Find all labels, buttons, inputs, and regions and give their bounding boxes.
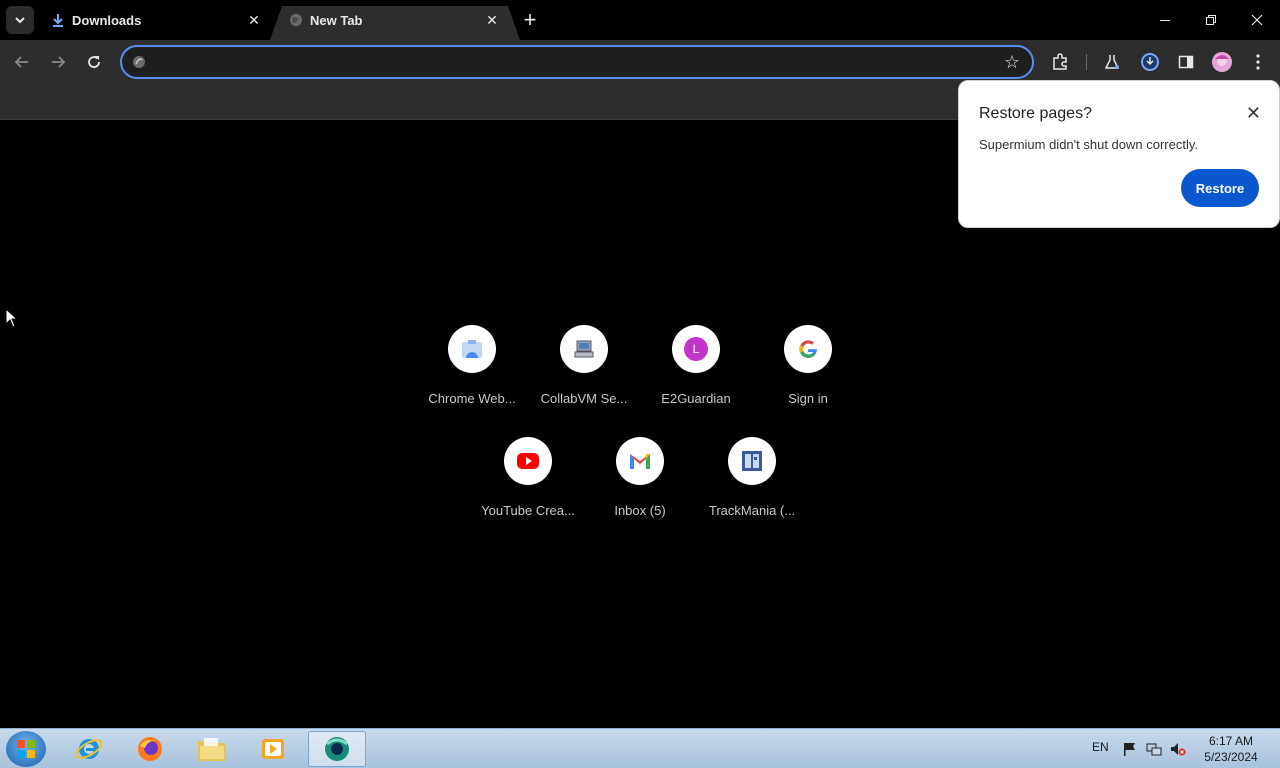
reload-icon	[88, 56, 100, 68]
shortcut-tile[interactable]: TrackMania (...	[696, 437, 808, 537]
flask-icon	[1104, 55, 1120, 69]
shortcut-label: Inbox (5)	[614, 503, 666, 518]
gmail-icon	[616, 437, 664, 485]
shortcut-label: YouTube Crea...	[481, 503, 575, 518]
download-icon	[50, 12, 66, 28]
taskbar-app-firefox[interactable]	[121, 731, 179, 767]
shortcut-label: Chrome Web...	[428, 391, 516, 406]
shortcut-tile[interactable]: L E2Guardian	[640, 325, 752, 425]
arrow-right-icon	[52, 56, 66, 68]
restore-window-button[interactable]	[1188, 0, 1234, 40]
trackmania-icon	[728, 437, 776, 485]
shortcut-tile[interactable]: Inbox (5)	[584, 437, 696, 537]
media-player-icon	[262, 739, 284, 759]
profile-button[interactable]	[1210, 50, 1234, 74]
side-panel-button[interactable]	[1174, 50, 1198, 74]
taskbar: EN 6:17 AM 5/23/2024	[0, 728, 1280, 768]
google-icon	[784, 325, 832, 373]
clock-time: 6:17 AM	[1208, 734, 1254, 748]
letter-avatar: L	[684, 337, 708, 361]
letter-l-icon: L	[672, 325, 720, 373]
taskbar-app-internet-explorer[interactable]	[60, 731, 118, 767]
restore-pages-dialog: Restore pages? ✕ Supermium didn't shut d…	[958, 80, 1280, 228]
labs-button[interactable]	[1100, 50, 1124, 74]
menu-button[interactable]	[1246, 50, 1270, 74]
tab-downloads[interactable]: Downloads ✕	[40, 0, 272, 40]
windows-logo-icon	[17, 740, 35, 758]
file-explorer-icon	[198, 738, 226, 761]
shortcut-tile[interactable]: YouTube Crea...	[472, 437, 584, 537]
toolbar-separator	[1086, 54, 1087, 70]
close-window-button[interactable]	[1234, 0, 1280, 40]
close-icon	[1251, 14, 1263, 26]
address-input[interactable]	[154, 51, 994, 73]
extensions-button[interactable]	[1048, 50, 1072, 74]
shortcut-label: TrackMania (...	[708, 503, 796, 518]
language-indicator[interactable]: EN	[1092, 740, 1109, 754]
downloads-button[interactable]	[1138, 50, 1162, 74]
tab-search-button[interactable]	[6, 6, 34, 34]
download-progress-icon	[1141, 53, 1159, 71]
close-icon[interactable]: ✕	[244, 10, 264, 30]
new-tab-button[interactable]: +	[518, 8, 542, 32]
close-icon[interactable]: ✕	[1246, 103, 1261, 123]
close-icon[interactable]: ✕	[482, 10, 502, 30]
avatar-icon	[1212, 52, 1232, 72]
chevron-down-icon	[15, 17, 25, 24]
mouse-cursor-icon	[5, 308, 19, 328]
supermium-icon	[325, 737, 349, 761]
minimize-icon	[1160, 20, 1170, 21]
shortcut-label: CollabVM Se...	[540, 391, 628, 406]
restore-window-icon	[1206, 15, 1216, 25]
reload-button[interactable]	[80, 48, 108, 76]
toolbar: ☆	[0, 40, 1280, 84]
shortcut-tile[interactable]: Sign in	[752, 325, 864, 425]
action-center-flag-icon[interactable]	[1122, 741, 1138, 757]
side-panel-icon	[1178, 55, 1194, 69]
youtube-icon	[504, 437, 552, 485]
puzzle-icon	[1053, 53, 1067, 70]
screen: Downloads ✕ New Tab ✕ + ☆ Chrome Web... …	[0, 0, 1280, 768]
tab-title: New Tab	[310, 13, 363, 28]
network-icon[interactable]	[1146, 741, 1162, 757]
arrow-left-icon	[14, 56, 28, 68]
tab-title: Downloads	[72, 13, 142, 28]
shortcut-tile[interactable]: Chrome Web...	[416, 325, 528, 425]
back-button[interactable]	[8, 48, 36, 76]
firefox-icon	[138, 737, 162, 761]
collabvm-icon	[560, 325, 608, 373]
clock-date: 5/23/2024	[1204, 750, 1258, 764]
bookmark-star-icon[interactable]: ☆	[1004, 52, 1020, 72]
address-bar[interactable]: ☆	[120, 45, 1034, 79]
minimize-button[interactable]	[1142, 0, 1188, 40]
dialog-message: Supermium didn't shut down correctly.	[979, 137, 1199, 152]
taskbar-app-file-explorer[interactable]	[183, 731, 241, 767]
internet-explorer-icon	[75, 739, 103, 759]
tab-strip: Downloads ✕ New Tab ✕ +	[0, 0, 1280, 40]
more-vert-icon	[1256, 54, 1260, 70]
taskbar-app-media-player[interactable]	[244, 731, 302, 767]
shortcut-tile[interactable]: CollabVM Se...	[528, 325, 640, 425]
start-button[interactable]	[6, 731, 46, 767]
shortcut-label: Sign in	[788, 391, 828, 406]
supermium-logo-icon	[133, 56, 145, 68]
globe-icon	[288, 12, 304, 28]
restore-button[interactable]: Restore	[1181, 169, 1259, 207]
taskbar-app-supermium[interactable]	[308, 731, 366, 767]
chrome-web-store-icon	[448, 325, 496, 373]
volume-muted-icon[interactable]	[1170, 741, 1186, 757]
system-clock[interactable]: 6:17 AM 5/23/2024	[1196, 733, 1266, 765]
shortcut-label: E2Guardian	[661, 391, 731, 406]
forward-button[interactable]	[44, 48, 72, 76]
tab-new-tab[interactable]: New Tab ✕	[270, 0, 520, 40]
dialog-title: Restore pages?	[979, 105, 1092, 122]
